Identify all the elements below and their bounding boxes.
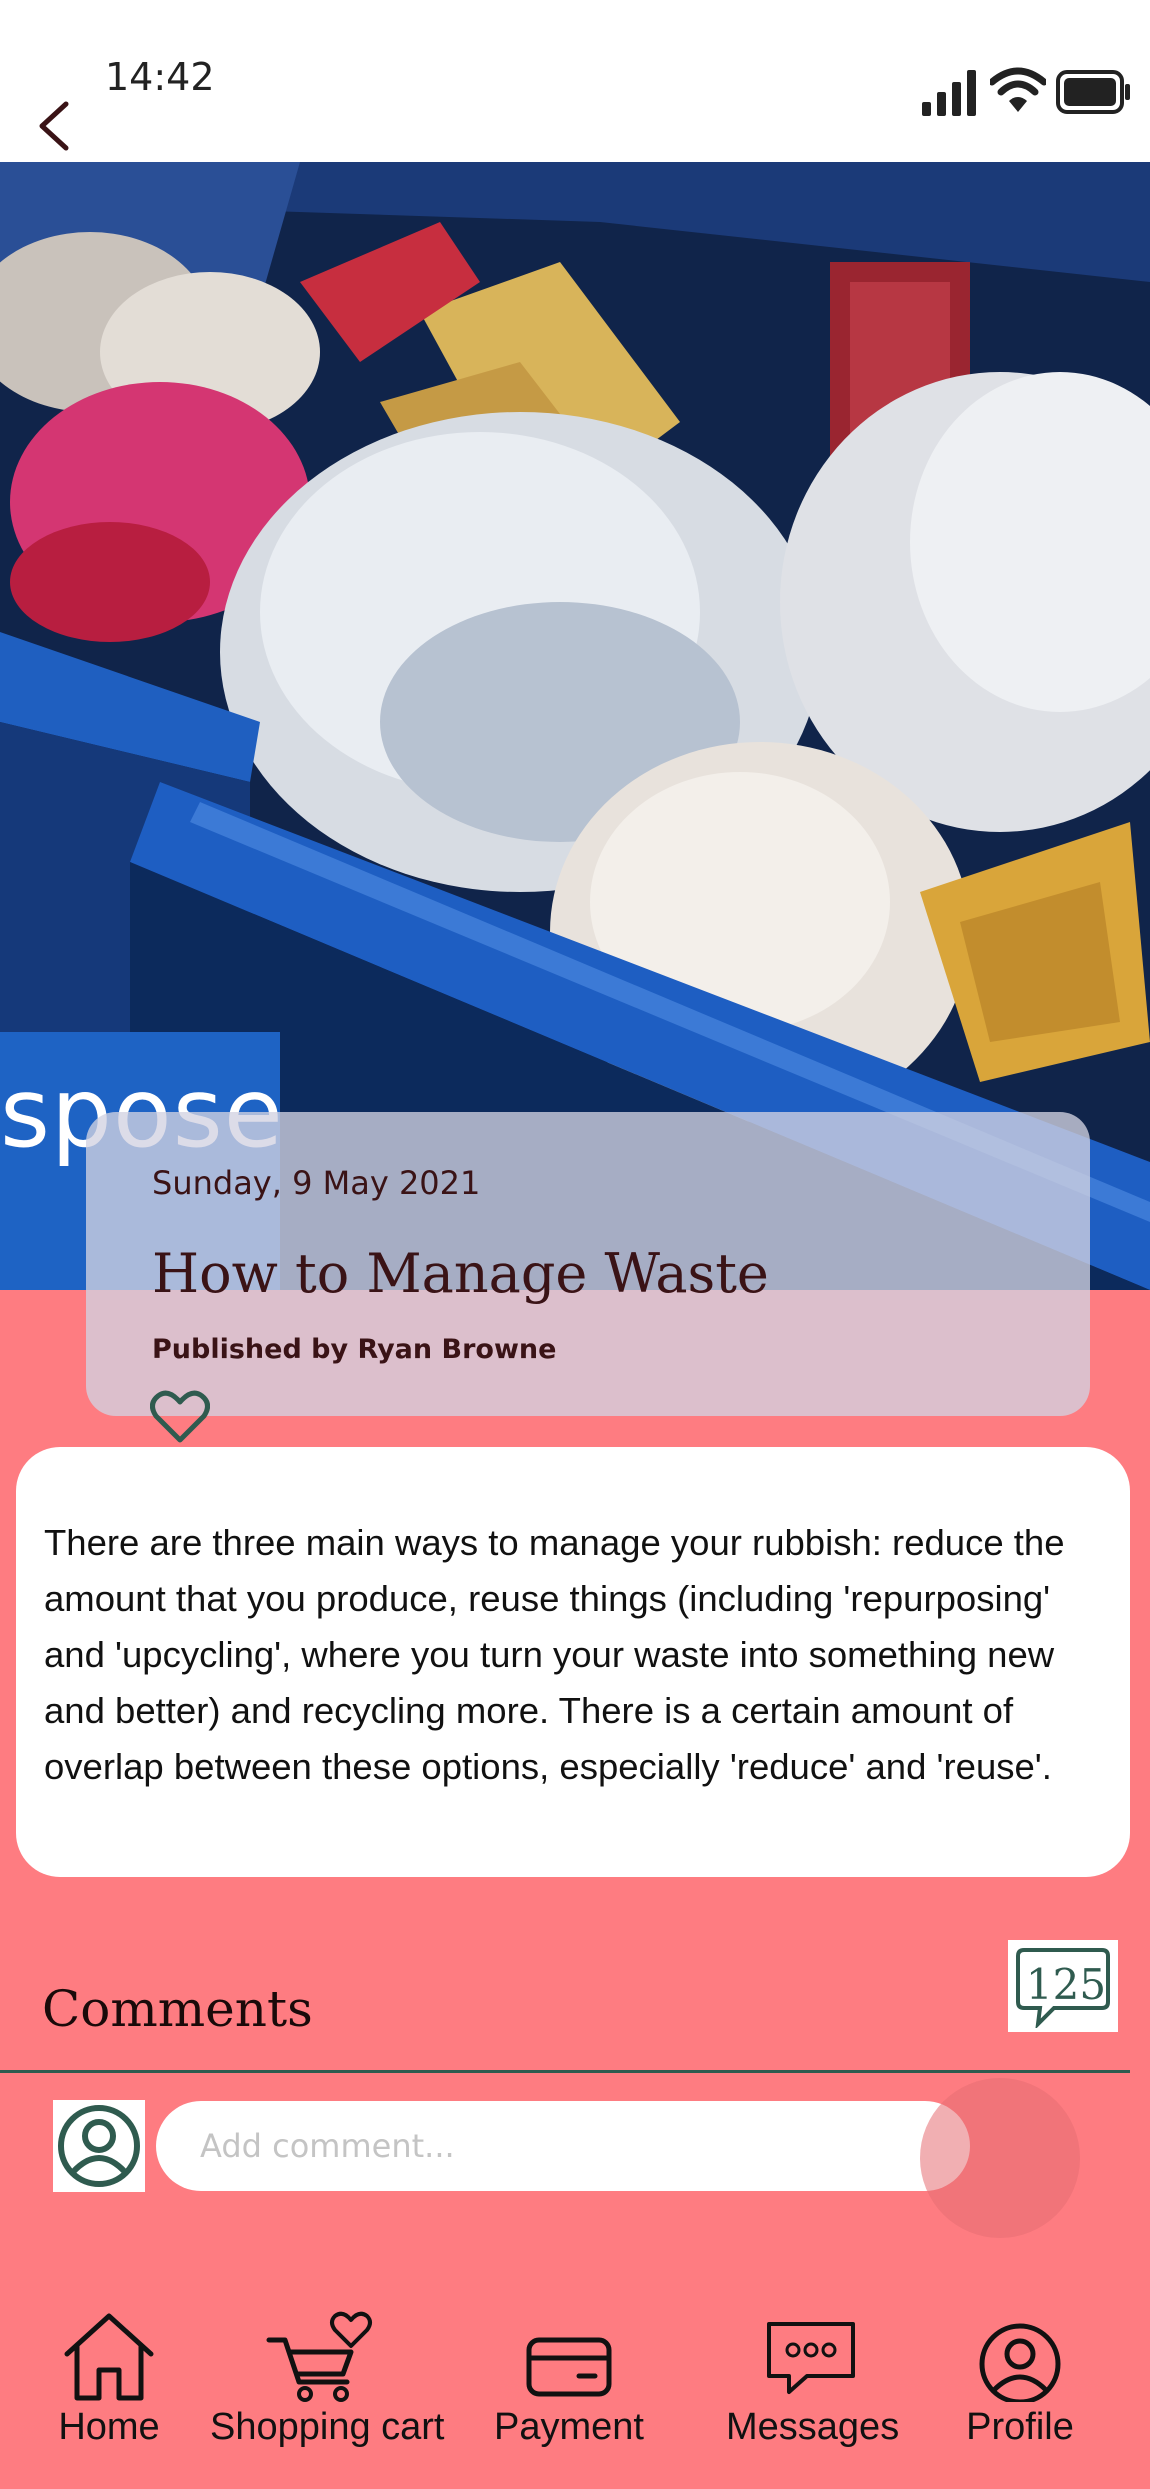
nav-payment[interactable]: Payment bbox=[494, 2310, 644, 2449]
nav-shopping-cart-label: Shopping cart bbox=[210, 2406, 445, 2448]
article-info-card: Sunday, 9 May 2021 How to Manage Waste P… bbox=[86, 1112, 1090, 1416]
article-author: Published by Ryan Browne bbox=[152, 1334, 557, 1365]
cart-heart-icon bbox=[266, 2311, 372, 2402]
nav-messages-label: Messages bbox=[726, 2406, 900, 2448]
article-title: How to Manage Waste bbox=[152, 1242, 769, 1305]
back-arrow-icon[interactable] bbox=[34, 98, 74, 154]
wifi-icon bbox=[990, 67, 1046, 112]
nav-payment-label: Payment bbox=[494, 2406, 644, 2448]
nav-messages[interactable]: Messages bbox=[726, 2310, 900, 2449]
status-time: 14:42 bbox=[105, 55, 215, 99]
cellular-signal-icon bbox=[922, 70, 976, 116]
comment-count-badge[interactable]: 125 bbox=[1008, 1940, 1118, 2032]
add-comment-input[interactable] bbox=[156, 2101, 970, 2191]
nav-profile-label: Profile bbox=[966, 2406, 1074, 2448]
comments-heading: Comments bbox=[42, 1980, 313, 2038]
battery-icon bbox=[1056, 70, 1130, 114]
home-icon bbox=[64, 2313, 154, 2401]
user-avatar-icon bbox=[58, 2105, 140, 2187]
nav-shopping-cart[interactable]: Shopping cart bbox=[210, 2310, 445, 2449]
nav-profile[interactable]: Profile bbox=[960, 2310, 1080, 2449]
article-body-card: There are three main ways to manage your… bbox=[16, 1447, 1130, 1877]
profile-icon bbox=[979, 2323, 1061, 2402]
nav-home[interactable]: Home bbox=[44, 2310, 174, 2449]
card-icon bbox=[526, 2337, 612, 2397]
floating-button-shadow bbox=[920, 2078, 1080, 2238]
user-avatar bbox=[53, 2100, 145, 2192]
article-body: There are three main ways to manage your… bbox=[44, 1522, 1065, 1787]
nav-home-label: Home bbox=[58, 2406, 160, 2448]
message-icon bbox=[767, 2322, 855, 2394]
article-date: Sunday, 9 May 2021 bbox=[152, 1164, 481, 1202]
like-heart-icon[interactable] bbox=[150, 1388, 210, 1444]
status-bar: 14:42 bbox=[0, 0, 1150, 162]
comment-count: 125 bbox=[1025, 1960, 1107, 2009]
comments-divider bbox=[0, 2070, 1130, 2073]
bottom-nav: Home Shopping cart Payment Messages Prof… bbox=[0, 2310, 1150, 2489]
